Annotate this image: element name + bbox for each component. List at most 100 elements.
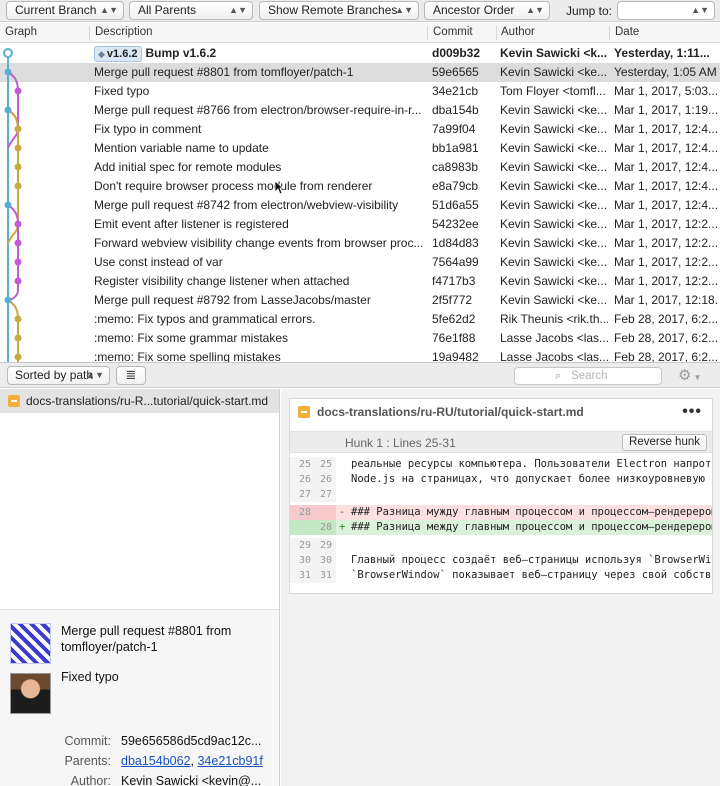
avatar: [10, 623, 51, 664]
commit-row[interactable]: :memo: Fix typos and grammatical errors.…: [0, 310, 720, 329]
list-view-button[interactable]: ≣: [116, 366, 146, 385]
commit-hash: bb1a981: [432, 141, 479, 155]
commit-row[interactable]: Don't require browser process module fro…: [0, 177, 720, 196]
file-list-pane: docs-translations/ru-R...tutorial/quick-…: [0, 389, 280, 786]
commit-author: Kevin Sawicki <ke...: [500, 255, 608, 269]
file-list-item[interactable]: docs-translations/ru-R...tutorial/quick-…: [0, 389, 279, 413]
diff-line[interactable]: 29 29: [290, 538, 712, 553]
commit-author: Kevin Sawicki <ke...: [500, 122, 608, 136]
reverse-hunk-button[interactable]: Reverse hunk: [622, 434, 707, 451]
tag-icon: ◆: [98, 49, 105, 59]
file-path: docs-translations/ru-R...tutorial/quick-…: [26, 394, 269, 408]
commit-date: Mar 1, 2017, 12:4...: [614, 179, 718, 193]
commit-row[interactable]: Forward webview visibility change events…: [0, 234, 720, 253]
old-line-number: 25: [298, 459, 311, 470]
commit-description: Mention variable name to update: [94, 139, 424, 158]
diff-code: ### Разница мужду главным процессом и пр…: [351, 506, 712, 518]
tag-badge[interactable]: ◆ v1.6.2: [94, 46, 142, 62]
commit-row[interactable]: Register visibility change listener when…: [0, 272, 720, 291]
remote-branches-select[interactable]: Show Remote Branches ▲▼: [259, 1, 419, 20]
commit-description: :memo: Fix some grammar mistakes: [94, 329, 424, 348]
commit-author: Rik Theunis <rik.th...: [500, 312, 608, 326]
commit-row[interactable]: Merge pull request #8792 from LasseJacob…: [0, 291, 720, 310]
diff-line[interactable]: 30 30 Главный процесс создаёт веб–страницы…: [290, 553, 712, 568]
search-input[interactable]: ⌕ Search: [514, 367, 662, 385]
column-headers: Graph Description Commit Author Date: [0, 23, 720, 43]
parents-value: dba154b062, 34e21cb91f: [121, 754, 273, 768]
parent-link[interactable]: 34e21cb91f: [197, 754, 262, 768]
old-line-number: 28: [298, 507, 311, 518]
commit-row[interactable]: Add initial spec for remote modules ca898…: [0, 158, 720, 177]
commit-date: Yesterday, 1:05 AM: [614, 65, 717, 79]
commit-author: Kevin Sawicki <ke...: [500, 141, 608, 155]
commit-row[interactable]: Merge pull request #8801 from tomfloyer/…: [0, 63, 720, 82]
tag-label: v1.6.2: [106, 48, 138, 60]
commit-description: Don't require browser process module fro…: [94, 177, 424, 196]
commit-row[interactable]: :memo: Fix some spelling mistakes 19a9482…: [0, 348, 720, 362]
commit-date: Mar 1, 2017, 12:2...: [614, 274, 718, 288]
hunk-header: Hunk 1 : Lines 25-31 Reverse hunk: [290, 431, 712, 453]
commit-hash: 2f5f772: [432, 293, 473, 307]
commit-date: Mar 1, 2017, 12:4...: [614, 141, 718, 155]
diff-line[interactable]: 25 25 реальные ресурсы компьютера. Пользов…: [290, 457, 712, 472]
commit-hash: 59e6565: [432, 65, 479, 79]
commit-description: Fix typo in comment: [94, 120, 424, 139]
commit-date: Feb 28, 2017, 6:2...: [614, 331, 718, 345]
column-header-date[interactable]: Date: [615, 26, 639, 38]
commit-date: Feb 28, 2017, 6:2...: [614, 312, 718, 326]
commit-hash: 5fe62d2: [432, 312, 476, 326]
new-line-number: 25: [319, 459, 332, 470]
commit-author: Kevin Sawicki <ke...: [500, 217, 608, 231]
commit-row[interactable]: Fixed typo 34e21cb Tom Floyer <tomfl... Mar…: [0, 82, 720, 101]
commit-row[interactable]: Mention variable name to update bb1a981 Ke…: [0, 139, 720, 158]
settings-button[interactable]: ⚙ ▼: [674, 366, 714, 385]
column-divider[interactable]: [609, 26, 610, 40]
column-header-graph[interactable]: Graph: [5, 26, 37, 38]
commit-date: Mar 1, 2017, 1:19...: [614, 103, 718, 117]
commit-row[interactable]: Merge pull request #8742 from electron/w…: [0, 196, 720, 215]
commit-description: Merge pull request #8792 from LasseJacob…: [94, 291, 424, 310]
order-select[interactable]: Ancestor Order ▲▼: [424, 1, 550, 20]
commit-description-text: :memo: Fix some spelling mistakes: [94, 350, 281, 362]
more-options-icon[interactable]: •••: [682, 399, 702, 425]
commit-author: Tom Floyer <tomfl...: [500, 84, 606, 98]
diff-line[interactable]: 31 31 `BrowserWindow` показывает веб–стран…: [290, 568, 712, 583]
diff-line[interactable]: 26 26 Node.js на страницах, что допускает …: [290, 472, 712, 487]
column-header-commit[interactable]: Commit: [433, 26, 473, 38]
jump-to-select[interactable]: ▲▼: [617, 1, 715, 20]
column-header-description[interactable]: Description: [95, 26, 153, 38]
parents-select[interactable]: All Parents ▲▼: [129, 1, 253, 20]
commit-description: Fixed typo: [94, 82, 424, 101]
diff-line-removed[interactable]: 28 - ### Разница мужду главным процессом и…: [290, 505, 712, 520]
commit-row[interactable]: ◆ v1.6.2 Bump v1.6.2 d009b32 Kevin Sawicki <…: [0, 44, 720, 63]
commit-author: Lasse Jacobs <las...: [500, 331, 608, 345]
commit-date: Mar 1, 2017, 12:4...: [614, 160, 718, 174]
commit-list[interactable]: ◆ v1.6.2 Bump v1.6.2 d009b32 Kevin Sawicki <…: [0, 44, 720, 362]
commit-author: Kevin Sawicki <ke...: [500, 103, 608, 117]
gear-icon: ⚙: [678, 367, 692, 384]
diff-line-added[interactable]: 28 + ### Разница между главным процессом и…: [290, 520, 712, 535]
commit-author: Lasse Jacobs <las...: [500, 350, 608, 362]
commit-row[interactable]: Use const instead of var 7564a99 Kevin Saw…: [0, 253, 720, 272]
column-divider[interactable]: [496, 26, 497, 40]
parents-label: Parents:: [64, 754, 111, 768]
parent-link[interactable]: dba154b062: [121, 754, 191, 768]
commit-row[interactable]: Fix typo in comment 7a99f04 Kevin Sawicki …: [0, 120, 720, 139]
commit-hash: 51d6a55: [432, 198, 479, 212]
commit-row[interactable]: Merge pull request #8766 from electron/b…: [0, 101, 720, 120]
diff-sign: -: [339, 506, 346, 518]
commit-row[interactable]: :memo: Fix some grammar mistakes 76e1f88 L…: [0, 329, 720, 348]
commit-date: Mar 1, 2017, 12:4...: [614, 122, 718, 136]
sort-select[interactable]: Sorted by path ▲▼: [7, 366, 110, 385]
column-divider[interactable]: [427, 26, 428, 40]
commit-row[interactable]: Emit event after listener is registered 5…: [0, 215, 720, 234]
column-divider[interactable]: [89, 26, 90, 40]
commit-date: Mar 1, 2017, 12:18...: [614, 293, 718, 307]
author-label: Author:: [70, 774, 111, 786]
commit-description-text: Fixed typo: [94, 84, 150, 98]
modified-file-icon: [8, 395, 20, 407]
new-line-number: 28: [319, 522, 332, 533]
branch-select[interactable]: Current Branch ▲▼: [6, 1, 124, 20]
column-header-author[interactable]: Author: [501, 26, 535, 38]
diff-line[interactable]: 27 27: [290, 487, 712, 502]
